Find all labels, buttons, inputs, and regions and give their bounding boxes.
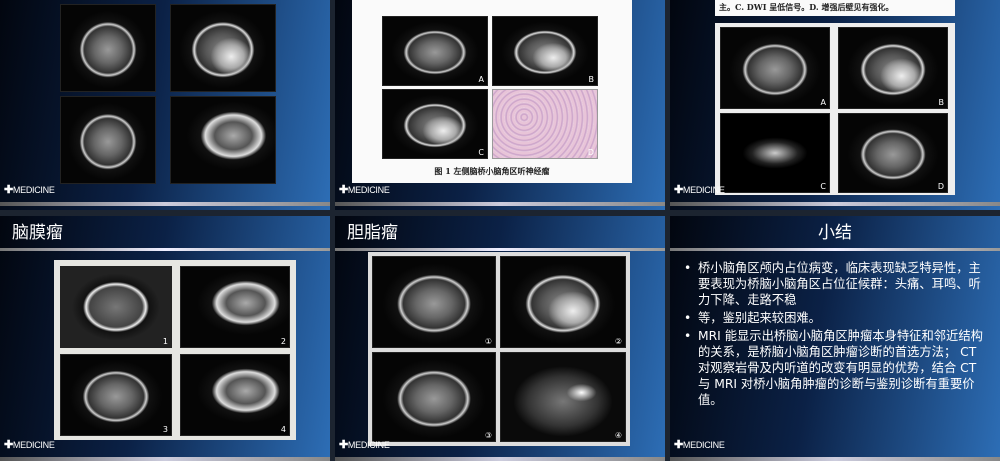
divider bbox=[0, 202, 330, 206]
panel-label: A bbox=[820, 98, 826, 107]
divider bbox=[670, 202, 1000, 206]
panel-label: ④ bbox=[614, 431, 622, 440]
slide-2-thumbnail[interactable]: A B C D 图 1 左侧脑桥小脑角区听神经瘤 ✚MEDICINE bbox=[335, 0, 665, 210]
panel-label: C bbox=[478, 148, 484, 157]
mri-image: 3 bbox=[60, 354, 172, 436]
panel-label: 3 bbox=[162, 425, 168, 434]
panel-label: B bbox=[938, 98, 945, 107]
figure-panel: ① ② ③ ④ bbox=[368, 252, 630, 446]
panel-label: ① bbox=[484, 337, 492, 346]
mri-image: ③ bbox=[372, 352, 496, 442]
medicine-logo: ✚MEDICINE bbox=[674, 184, 725, 196]
ct-image: 1 bbox=[60, 266, 172, 348]
caption-panel: 主。C. DWI 呈低信号。D. 增强后壁见有强化。 bbox=[715, 0, 955, 16]
panel-label: 2 bbox=[280, 337, 286, 346]
figure-panel: 1 2 3 4 bbox=[54, 260, 296, 440]
mri-image: ② bbox=[500, 256, 626, 348]
panel-label: 1 bbox=[162, 337, 168, 346]
logo-text: MEDICINE bbox=[682, 440, 725, 450]
logo-text: MEDICINE bbox=[682, 185, 725, 195]
mri-image: ① bbox=[372, 256, 496, 348]
medicine-logo: ✚MEDICINE bbox=[339, 184, 390, 196]
panel-label: ② bbox=[614, 337, 622, 346]
slide-title: 胆脂瘤 bbox=[347, 223, 398, 243]
mri-image: A bbox=[720, 27, 830, 109]
logo-text: MEDICINE bbox=[347, 185, 390, 195]
panel-label: D bbox=[937, 182, 944, 191]
bullet-item: 等，鉴别起来较困难。 bbox=[684, 310, 990, 326]
summary-bullets: 桥小脑角区颅内占位病变，临床表现缺乏特异性，主要表现为桥脑小脑角区占位征候群：头… bbox=[684, 260, 990, 410]
mri-image: 4 bbox=[180, 354, 290, 436]
panel-label: D bbox=[587, 148, 594, 157]
logo-text: MEDICINE bbox=[12, 440, 55, 450]
figure-caption: 主。C. DWI 呈低信号。D. 增强后壁见有强化。 bbox=[719, 2, 894, 12]
dwi-image: C bbox=[720, 113, 830, 193]
medicine-logo: ✚MEDICINE bbox=[339, 439, 390, 451]
slide-1-thumbnail[interactable]: ✚MEDICINE bbox=[0, 0, 330, 210]
figure-panel: A B C D 图 1 左侧脑桥小脑角区听神经瘤 bbox=[352, 0, 632, 183]
slide-title: 脑膜瘤 bbox=[12, 223, 63, 243]
medicine-logo: ✚MEDICINE bbox=[4, 439, 55, 451]
mri-image bbox=[60, 96, 156, 184]
title-divider bbox=[670, 248, 1000, 251]
panel-label: B bbox=[588, 75, 595, 84]
mri-image: D bbox=[838, 113, 948, 193]
panel-label: A bbox=[478, 75, 484, 84]
panel-label: 4 bbox=[280, 425, 286, 434]
medicine-logo: ✚MEDICINE bbox=[674, 439, 725, 451]
slide-3-thumbnail[interactable]: 主。C. DWI 呈低信号。D. 增强后壁见有强化。 A B C D ✚MEDI… bbox=[670, 0, 1000, 210]
mri-image: A bbox=[382, 16, 488, 86]
mri-image bbox=[170, 4, 276, 92]
mri-image: C bbox=[382, 89, 488, 159]
divider bbox=[0, 457, 330, 461]
panel-label: ③ bbox=[484, 431, 492, 440]
divider bbox=[335, 202, 665, 206]
divider bbox=[335, 457, 665, 461]
mri-image: B bbox=[838, 27, 948, 109]
title-divider bbox=[335, 248, 665, 251]
mri-image: 2 bbox=[180, 266, 290, 348]
medicine-logo: ✚MEDICINE bbox=[4, 184, 55, 196]
slide-5-thumbnail[interactable]: 胆脂瘤 ① ② ③ ④ ✚MEDICINE bbox=[335, 216, 665, 461]
logo-text: MEDICINE bbox=[347, 440, 390, 450]
slide-title: 小结 bbox=[818, 223, 852, 243]
slide-6-thumbnail[interactable]: 小结 桥小脑角区颅内占位病变，临床表现缺乏特异性，主要表现为桥脑小脑角区占位征候… bbox=[670, 216, 1000, 461]
dwi-image: ④ bbox=[500, 352, 626, 442]
bullet-item: 桥小脑角区颅内占位病变，临床表现缺乏特异性，主要表现为桥脑小脑角区占位征候群：头… bbox=[684, 260, 990, 308]
mri-image bbox=[170, 96, 276, 184]
logo-text: MEDICINE bbox=[12, 185, 55, 195]
mri-image bbox=[60, 4, 156, 92]
mri-image: B bbox=[492, 16, 598, 86]
slide-4-thumbnail[interactable]: 脑膜瘤 1 2 3 4 ✚MEDICINE bbox=[0, 216, 330, 461]
figure-panel: A B C D bbox=[715, 23, 955, 195]
panel-label: C bbox=[820, 182, 826, 191]
divider bbox=[670, 457, 1000, 461]
title-divider bbox=[0, 248, 330, 251]
bullet-item: MRI 能显示出桥脑小脑角区肿瘤本身特征和邻近结构的关系，是桥脑小脑角区肿瘤诊断… bbox=[684, 328, 990, 408]
histology-image: D bbox=[492, 89, 598, 159]
figure-caption: 图 1 左侧脑桥小脑角区听神经瘤 bbox=[434, 166, 550, 176]
